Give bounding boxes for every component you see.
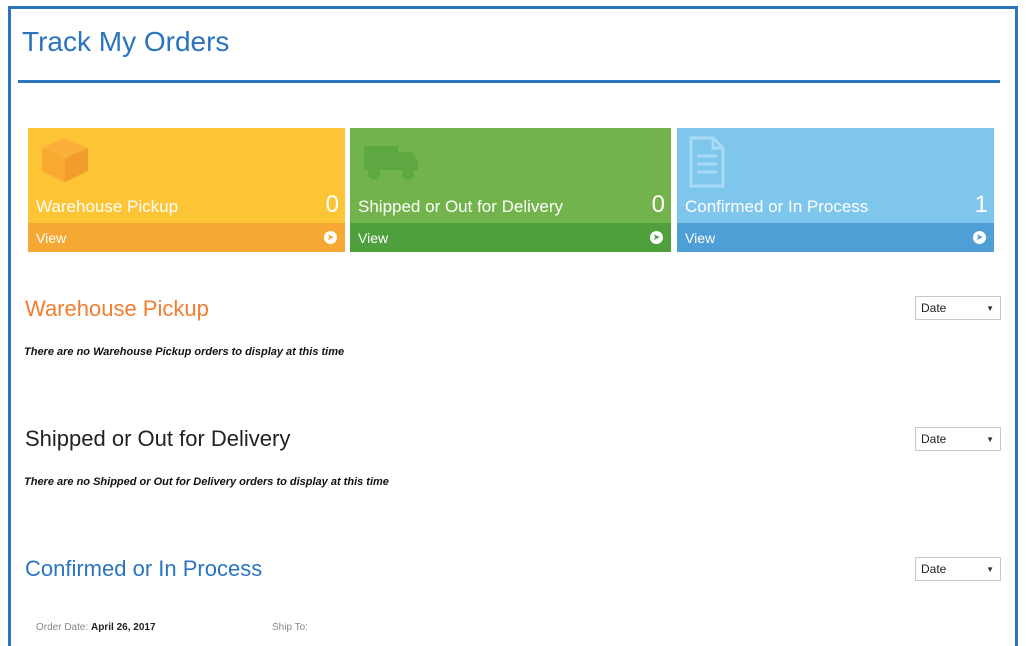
title-divider — [18, 80, 1000, 83]
tile-count: 1 — [974, 191, 988, 218]
sort-value: Date — [921, 432, 947, 446]
arrow-right-icon: ➤ — [973, 231, 986, 244]
sort-value: Date — [921, 301, 947, 315]
tile-label: Confirmed or In Process — [685, 197, 869, 216]
sort-value: Date — [921, 562, 947, 576]
page-title: Track My Orders — [22, 26, 230, 57]
section-heading-warehouse: Warehouse Pickup — [25, 296, 209, 321]
view-label: View — [36, 229, 67, 246]
tile-confirmed[interactable]: Confirmed or In Process 1 View ➤ — [677, 128, 994, 252]
box-icon — [38, 134, 92, 189]
section-heading-confirmed: Confirmed or In Process — [25, 556, 263, 581]
order-date: Order Date: April 26, 2017 — [36, 622, 156, 633]
chevron-down-icon: ▼ — [986, 434, 994, 444]
order-date-label: Order Date: — [36, 622, 89, 633]
view-link[interactable]: View ➤ — [677, 223, 994, 252]
view-label: View — [358, 229, 389, 246]
tile-count: 0 — [325, 191, 339, 218]
arrow-right-icon: ➤ — [650, 231, 663, 244]
sort-select-shipped[interactable]: Date ▼ — [915, 427, 1001, 451]
view-link[interactable]: View ➤ — [350, 223, 671, 252]
order-date-value: April 26, 2017 — [91, 622, 156, 633]
chevron-down-icon: ▼ — [986, 564, 994, 574]
view-link[interactable]: View ➤ — [28, 223, 345, 252]
tile-label: Warehouse Pickup — [36, 197, 179, 216]
tile-warehouse-pickup[interactable]: Warehouse Pickup 0 View ➤ — [28, 128, 345, 252]
arrow-right-icon: ➤ — [324, 231, 337, 244]
sort-select-warehouse[interactable]: Date ▼ — [915, 296, 1001, 320]
sort-select-confirmed[interactable]: Date ▼ — [915, 557, 1001, 581]
chevron-down-icon: ▼ — [986, 303, 994, 313]
tile-count: 0 — [651, 191, 665, 218]
truck-icon — [360, 134, 424, 189]
tile-shipped[interactable]: Shipped or Out for Delivery 0 View ➤ — [350, 128, 671, 252]
empty-message-shipped: There are no Shipped or Out for Delivery… — [24, 476, 389, 488]
tile-label: Shipped or Out for Delivery — [358, 197, 564, 216]
empty-message-warehouse: There are no Warehouse Pickup orders to … — [24, 346, 345, 358]
view-label: View — [685, 229, 716, 246]
ship-to-label: Ship To: — [272, 622, 308, 633]
section-heading-shipped: Shipped or Out for Delivery — [25, 426, 291, 451]
document-icon — [687, 134, 727, 195]
page-frame — [8, 6, 1018, 646]
